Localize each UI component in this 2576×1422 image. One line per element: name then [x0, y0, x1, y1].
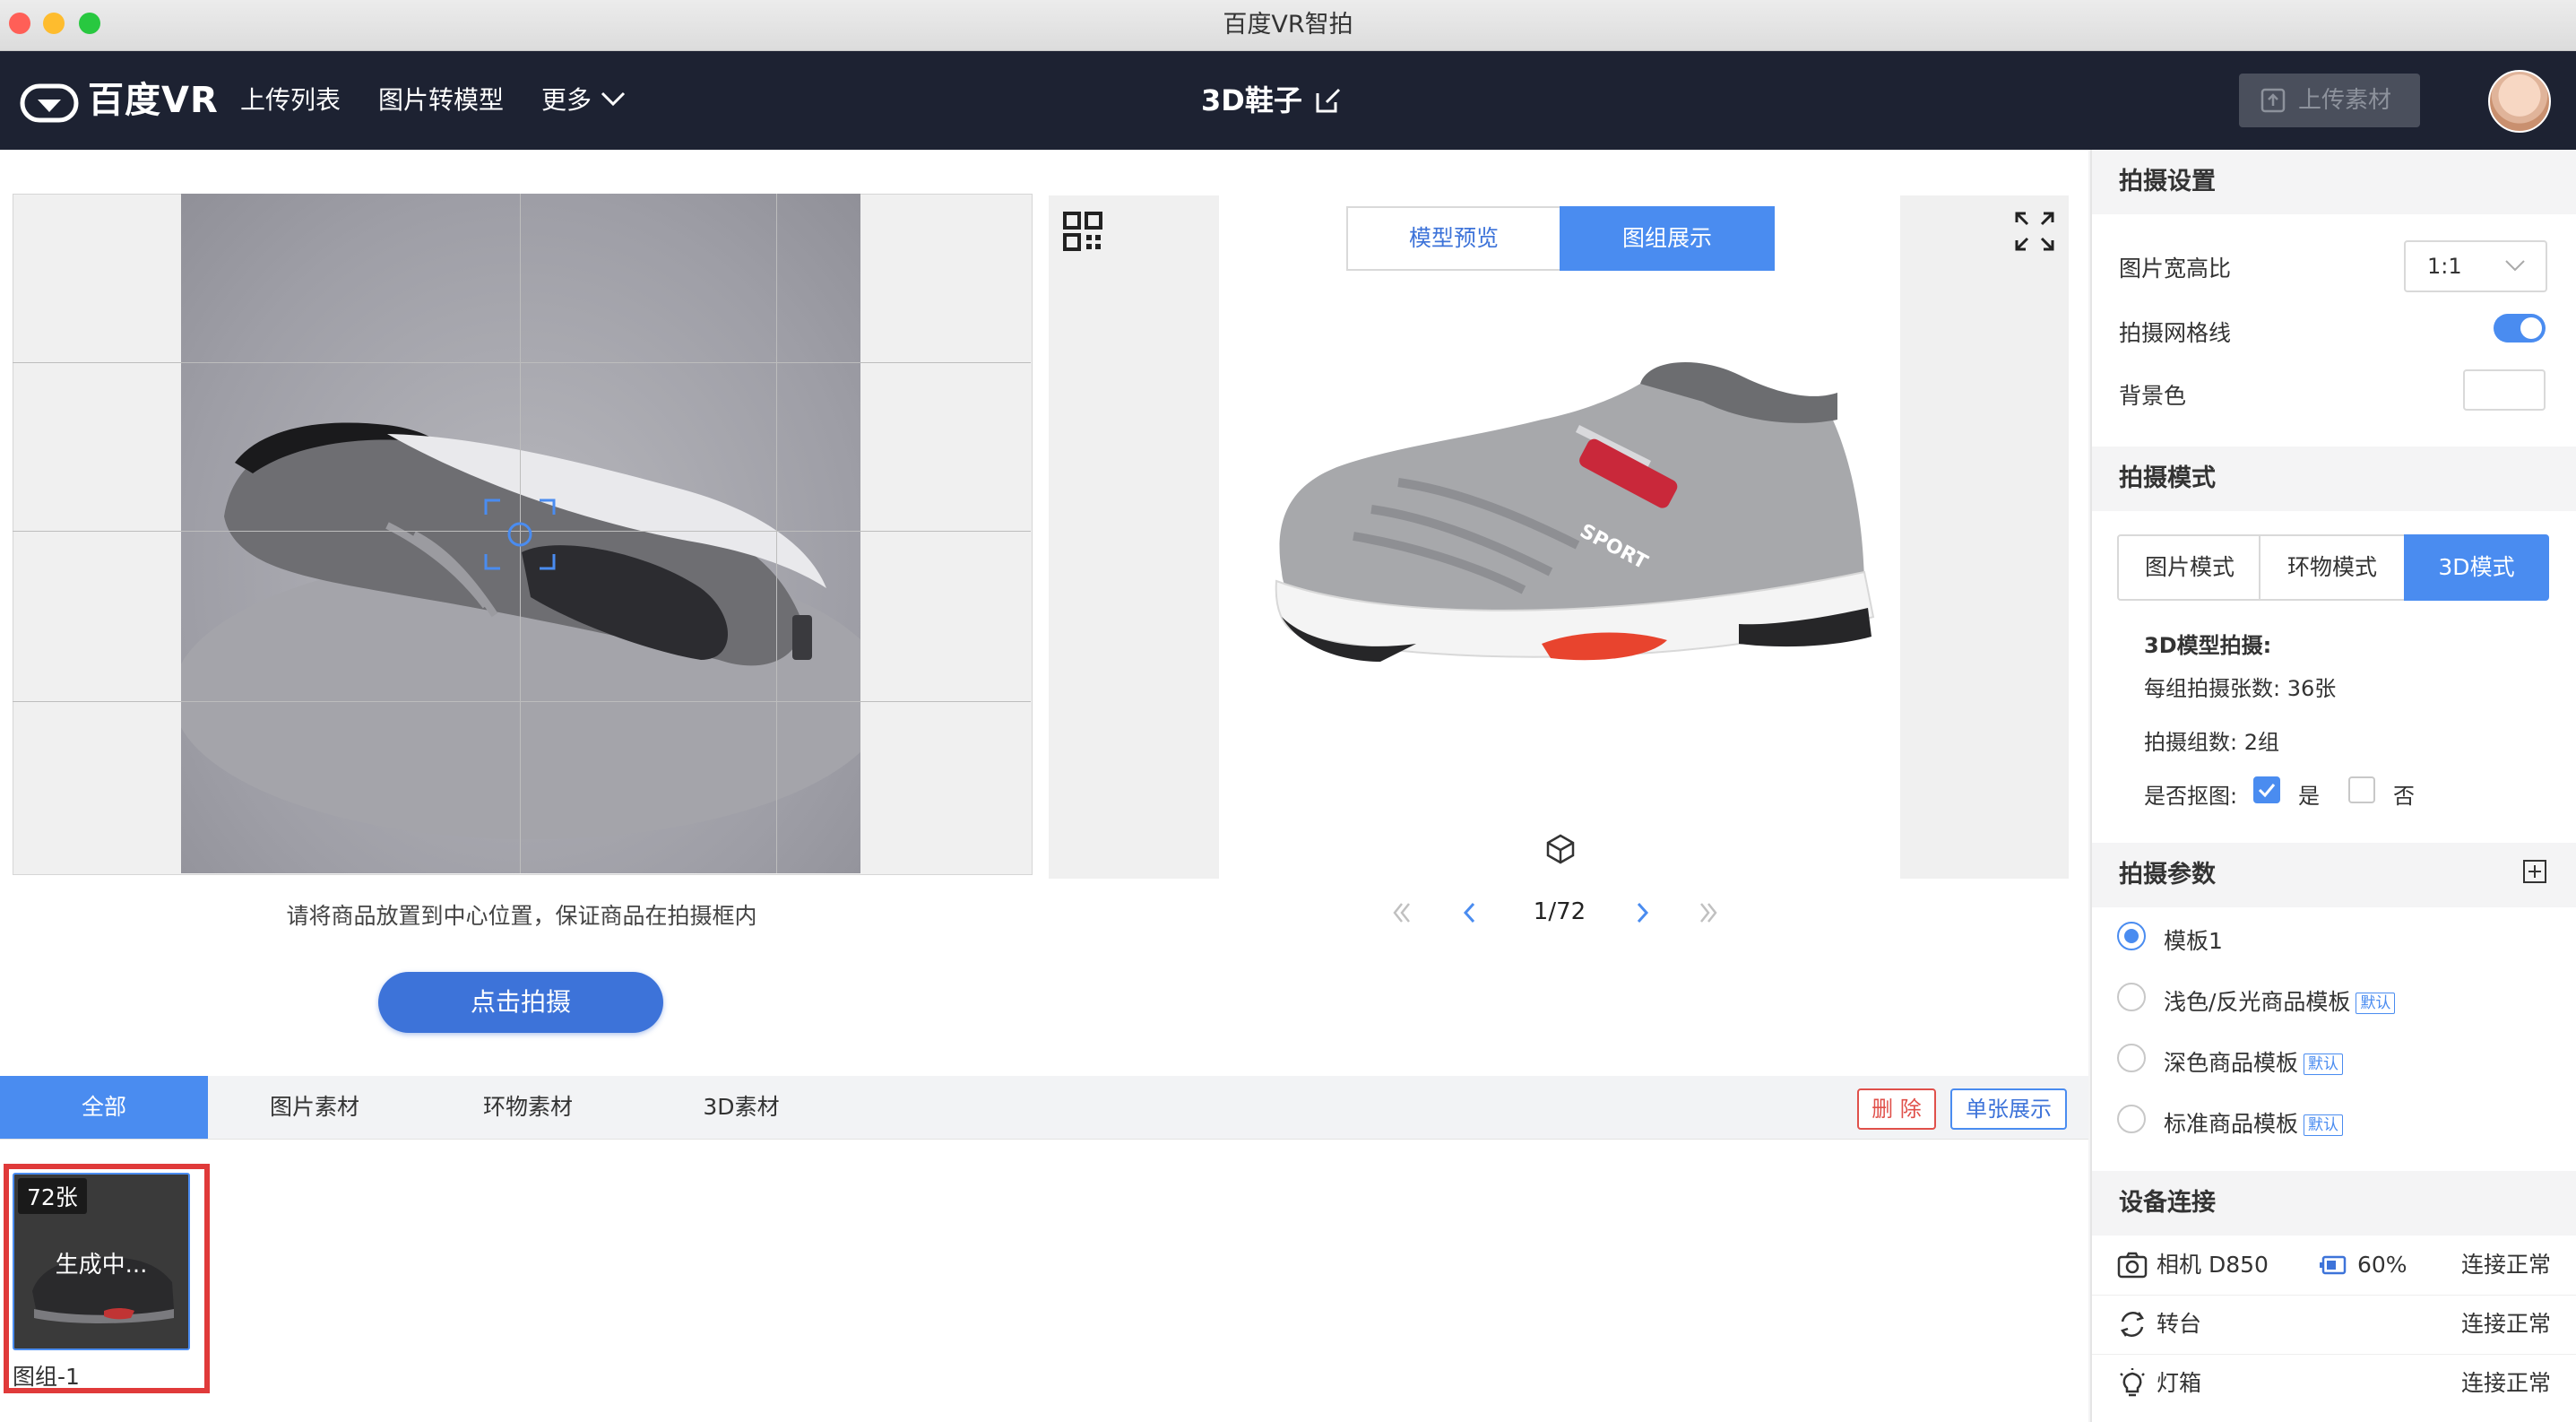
ratio-label: 图片宽高比 [2119, 256, 2232, 282]
fullscreen-icon[interactable] [2015, 212, 2054, 251]
cutout-no-label: 否 [2393, 784, 2415, 809]
group-count: 拍摄组数: 2组 [2144, 730, 2279, 755]
camera-grid-line [13, 701, 1031, 702]
device-turntable-row: 转台 连接正常 [2092, 1295, 2576, 1355]
tab-model-preview[interactable]: 模型预览 [1346, 206, 1561, 271]
upload-label: 上传素材 [2298, 87, 2392, 114]
template-radio-4[interactable] [2117, 1105, 2146, 1133]
bg-color-label: 背景色 [2119, 383, 2187, 409]
template-name-row[interactable]: 浅色/反光商品模板 默认 [2164, 984, 2396, 1017]
template-name: 深色商品模板 [2164, 1050, 2299, 1076]
template-name: 浅色/反光商品模板 [2164, 989, 2351, 1015]
prev-page-icon[interactable] [1457, 900, 1482, 925]
cutout-yes-checkbox[interactable] [2253, 776, 2280, 803]
section-title: 设备连接 [2119, 1189, 2216, 1217]
battery-level: 60% [2357, 1252, 2407, 1278]
thumbnail-count-badge: 72张 [18, 1178, 87, 1214]
window-title: 百度VR智拍 [1223, 11, 1353, 39]
thumbnail-label: 图组-1 [13, 1364, 80, 1390]
tab-object-material[interactable]: 环物素材 [421, 1076, 635, 1139]
section-title: 拍摄参数 [2119, 861, 2216, 889]
lightbox-name: 灯箱 [2157, 1370, 2202, 1396]
lightbulb-icon [2117, 1366, 2148, 1399]
default-badge: 默认 [2304, 1114, 2344, 1136]
grid-toggle[interactable] [2494, 314, 2546, 342]
device-camera-row: 相机 D850 60% 连接正常 [2092, 1236, 2576, 1296]
grid-label: 拍摄网格线 [2119, 320, 2232, 346]
mode-image[interactable]: 图片模式 [2117, 534, 2262, 601]
tab-group-display[interactable]: 图组展示 [1560, 206, 1775, 271]
per-group-count: 每组拍摄张数: 36张 [2144, 676, 2337, 701]
template-name: 标准商品模板 [2164, 1111, 2299, 1137]
lightbox-status: 连接正常 [2460, 1370, 2551, 1396]
tab-image-material[interactable]: 图片素材 [208, 1076, 421, 1139]
turntable-name: 转台 [2157, 1311, 2202, 1337]
chevron-down-icon [2504, 258, 2526, 273]
template-radio-3[interactable] [2117, 1044, 2146, 1072]
upload-material-button[interactable]: 上传素材 [2239, 74, 2420, 127]
mode-object[interactable]: 环物模式 [2259, 534, 2406, 601]
focus-target-icon [484, 499, 556, 570]
chevron-down-icon[interactable] [601, 90, 626, 108]
section-devices: 设备连接 [2092, 1171, 2576, 1236]
edit-icon[interactable] [1314, 86, 1343, 115]
cutout-no-checkbox[interactable] [2348, 776, 2375, 803]
section-shoot-mode: 拍摄模式 [2092, 447, 2576, 511]
mode-3d[interactable]: 3D模式 [2404, 534, 2549, 601]
upload-icon [2260, 88, 2286, 113]
single-display-button[interactable]: 单张展示 [1950, 1088, 2067, 1130]
bg-color-swatch[interactable] [2463, 369, 2546, 411]
delete-button[interactable]: 删 除 [1857, 1088, 1936, 1130]
3d-model-icon[interactable] [1543, 832, 1578, 866]
template-name-row[interactable]: 标准商品模板 默认 [2164, 1106, 2344, 1139]
device-lightbox-row: 灯箱 连接正常 [2092, 1354, 2576, 1413]
section-shoot-settings: 拍摄设置 [2092, 150, 2576, 214]
tab-all[interactable]: 全部 [0, 1076, 208, 1139]
default-badge: 默认 [2356, 993, 2396, 1014]
turntable-icon [2117, 1309, 2148, 1340]
camera-grid-line [13, 362, 1031, 363]
cutout-yes-label: 是 [2298, 784, 2320, 809]
camera-grid-line [776, 194, 777, 873]
logo-text: 百度VR [88, 80, 219, 121]
cutout-label: 是否抠图: [2144, 784, 2238, 809]
next-page-icon[interactable] [1629, 900, 1655, 925]
default-badge: 默认 [2304, 1053, 2344, 1075]
user-avatar[interactable] [2488, 70, 2551, 133]
camera-status: 连接正常 [2460, 1252, 2551, 1278]
shoot-button[interactable]: 点击拍摄 [378, 972, 663, 1033]
material-list [0, 1140, 2088, 1422]
template-radio-1[interactable] [2117, 922, 2146, 950]
nav-image-to-model[interactable]: 图片转模型 [378, 51, 504, 150]
thumbnail-status: 生成中... [55, 1252, 148, 1279]
template-name-row[interactable]: 深色商品模板 默认 [2164, 1045, 2344, 1078]
turntable-status: 连接正常 [2460, 1311, 2551, 1337]
placement-hint: 请将商品放置到中心位置，保证商品在拍摄框内 [286, 903, 757, 929]
ratio-value: 1:1 [2427, 254, 2462, 279]
mode-detail-title: 3D模型拍摄: [2144, 633, 2272, 658]
project-title: 3D鞋子 [1201, 83, 1302, 117]
tab-3d-material[interactable]: 3D素材 [635, 1076, 848, 1139]
last-page-icon[interactable] [1696, 900, 1721, 925]
template-radio-2[interactable] [2117, 983, 2146, 1011]
section-title: 拍摄设置 [2119, 168, 2216, 195]
camera-icon [2117, 1252, 2148, 1279]
qr-code-icon[interactable] [1063, 212, 1102, 251]
battery-icon [2320, 1255, 2347, 1275]
section-shoot-params: 拍摄参数 [2092, 843, 2576, 907]
camera-name: 相机 D850 [2157, 1252, 2269, 1278]
nav-upload-list[interactable]: 上传列表 [240, 51, 341, 150]
nav-more[interactable]: 更多 [541, 51, 592, 150]
ratio-select[interactable]: 1:1 [2404, 240, 2547, 292]
page-indicator: 1/72 [1533, 898, 1586, 925]
preview-canvas [1219, 195, 1900, 879]
add-icon[interactable] [2522, 859, 2547, 884]
first-page-icon[interactable] [1389, 900, 1414, 925]
section-title: 拍摄模式 [2119, 464, 2216, 492]
baidu-vr-logo-icon [20, 83, 79, 123]
template-name[interactable]: 模板1 [2164, 923, 2223, 956]
